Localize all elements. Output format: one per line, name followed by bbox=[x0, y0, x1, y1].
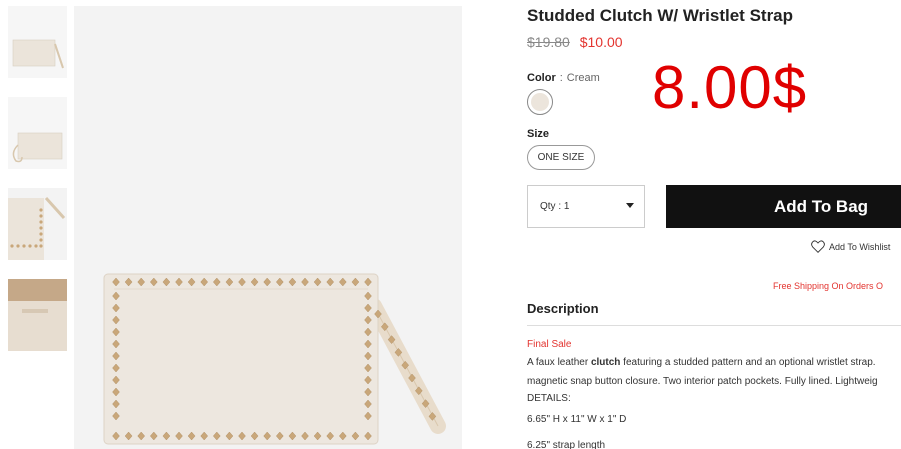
size-option-one-size[interactable]: ONE SIZE bbox=[527, 145, 595, 170]
overlay-price-annotation: 8.00$ bbox=[652, 54, 808, 121]
description-line-1-pre: A faux leather bbox=[527, 357, 591, 368]
add-to-wishlist-link[interactable]: Add To Wishlist bbox=[811, 240, 890, 253]
description-divider bbox=[527, 325, 901, 326]
swatch-fill bbox=[531, 93, 549, 111]
color-value: Cream bbox=[566, 72, 600, 84]
dimensions-text: 6.65" H x 11" W x 1" D bbox=[527, 414, 627, 425]
description-line-2: magnetic snap button closure. Two interi… bbox=[527, 376, 878, 387]
original-price: $19.80 bbox=[527, 34, 570, 50]
clutch-front-thumbnail-icon bbox=[8, 6, 67, 78]
color-swatch-cream[interactable] bbox=[527, 89, 553, 115]
quantity-select[interactable]: Qty : 1 bbox=[527, 185, 645, 228]
final-sale-label: Final Sale bbox=[527, 339, 572, 350]
color-label: Color bbox=[527, 72, 556, 84]
heart-icon bbox=[811, 240, 825, 253]
thumbnail-4[interactable] bbox=[8, 279, 67, 351]
color-row: Color: Cream bbox=[527, 72, 600, 84]
clutch-closeup-thumbnail-icon bbox=[8, 188, 67, 260]
sale-price: $10.00 bbox=[579, 34, 623, 50]
clutch-interior-thumbnail-icon bbox=[8, 279, 67, 351]
description-line-1-post: featuring a studded pattern and an optio… bbox=[620, 357, 876, 368]
caret-down-icon bbox=[626, 203, 634, 208]
thumbnail-2[interactable] bbox=[8, 97, 67, 169]
free-shipping-banner[interactable]: Free Shipping On Orders O bbox=[773, 281, 883, 291]
color-separator: : bbox=[559, 72, 563, 84]
thumbnail-3[interactable] bbox=[8, 188, 67, 260]
description-line-1: A faux leather clutch featuring a studde… bbox=[527, 357, 876, 368]
size-label: Size bbox=[527, 128, 550, 140]
main-product-image[interactable] bbox=[74, 6, 462, 449]
thumbnail-1[interactable] bbox=[8, 6, 67, 78]
details-label: DETAILS: bbox=[527, 393, 571, 404]
studded-clutch-image-icon bbox=[74, 6, 462, 449]
product-title: Studded Clutch W/ Wristlet Strap bbox=[527, 6, 794, 25]
add-to-bag-button[interactable]: Add To Bag bbox=[666, 185, 901, 228]
strap-length-text: 6.25" strap length bbox=[527, 440, 606, 449]
clutch-back-thumbnail-icon bbox=[8, 97, 67, 169]
description-line-1-bold: clutch bbox=[590, 357, 621, 368]
quantity-label: Qty : 1 bbox=[540, 201, 570, 212]
description-heading[interactable]: Description bbox=[527, 301, 599, 316]
price-row: $19.80 $10.00 bbox=[527, 34, 623, 50]
wishlist-label: Add To Wishlist bbox=[829, 241, 891, 252]
